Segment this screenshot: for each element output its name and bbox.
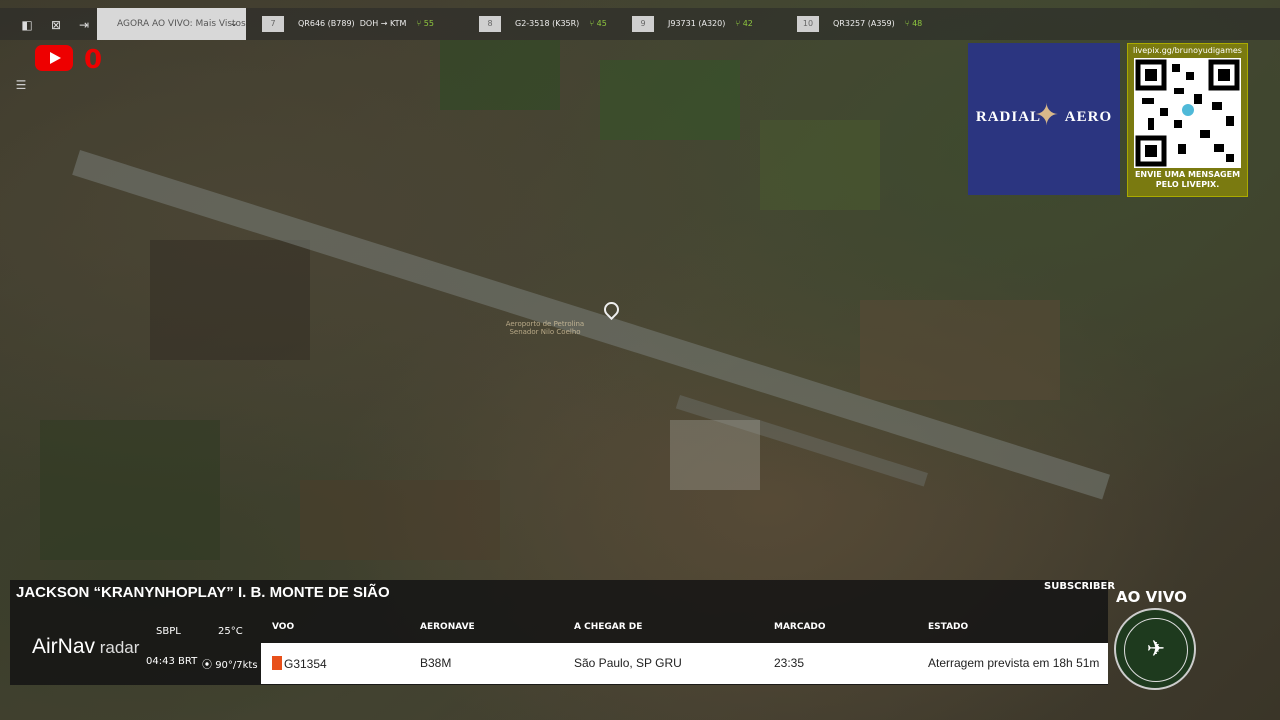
sponsor-left: RADIAL — [975, 109, 1042, 125]
wind-value: 90°/7kts — [215, 660, 258, 671]
header-voo: VOO — [272, 622, 295, 632]
compass-star-icon: ✦ — [1034, 98, 1060, 133]
slot-number: 7 — [262, 16, 284, 32]
seat-value: 45 — [596, 19, 607, 28]
cell-aeronave: B38M — [420, 656, 452, 670]
cell-origem: São Paulo, SP GRU — [574, 656, 682, 670]
cell-voo-value: G31354 — [284, 657, 327, 671]
subscriber-label: SUBSCRIBER — [1044, 581, 1116, 592]
panel-title: JACKSON “KRANYNHOPLAY” I. B. MONTE DE SI… — [16, 584, 390, 601]
field-patch — [860, 300, 1060, 400]
list-icon[interactable]: ☰ — [12, 78, 30, 94]
slot-number: 8 — [479, 16, 501, 32]
brand-main: AirNav — [32, 635, 96, 658]
chevron-down-icon: ⌄ — [229, 18, 238, 29]
seat-count: ⑂ 45 — [589, 19, 607, 28]
qr-caption: ENVIE UMA MENSAGEM PELO LIVEPIX. — [1134, 170, 1241, 189]
header-estado: ESTADO — [928, 622, 969, 632]
flight-slot[interactable]: 7 QR646 (B789) DOH → KTM ⑂ 55 — [262, 16, 434, 32]
slot-number: 9 — [632, 16, 654, 32]
live-view-select[interactable]: AGORA AO VIVO: Mais Vistos ⌄ — [97, 8, 246, 40]
brand-sub: radar — [95, 638, 140, 657]
sidebar-toggle-icon[interactable]: ◧ — [20, 18, 34, 32]
qr-url: livepix.gg/brunoyudigames — [1133, 46, 1242, 55]
seat-value: 48 — [912, 19, 923, 28]
flight-slot[interactable]: 9 J93731 (A320) ⑂ 42 — [632, 16, 753, 32]
flight-slot[interactable]: 10 QR3257 (A359) ⑂ 48 — [797, 16, 922, 32]
flight-route: DOH → KTM — [359, 19, 407, 28]
slot-number: 10 — [797, 16, 819, 32]
youtube-icon[interactable] — [35, 45, 73, 71]
table-row[interactable]: G31354 B38M São Paulo, SP GRU 23:35 Ater… — [261, 643, 1108, 684]
header-aeronave: AERONAVE — [420, 622, 475, 632]
flight-code: QR3257 (A359) — [833, 19, 895, 28]
field-patch — [300, 480, 500, 560]
airplane-icon: ✈ — [1124, 618, 1188, 682]
flight-code: QR646 (B789) — [298, 19, 355, 28]
qr-code — [1134, 58, 1241, 168]
apron — [670, 420, 760, 490]
flight-code: J93731 (A320) — [668, 19, 726, 28]
cell-voo: G31354 — [272, 656, 327, 671]
flight-code: G2-3518 (K35R) — [515, 19, 580, 28]
airline-icon — [272, 656, 282, 670]
field-patch — [40, 420, 220, 560]
field-patch — [760, 120, 880, 210]
airnav-logo: AirNav radar — [32, 635, 139, 659]
channel-logo: ✈ — [1114, 608, 1196, 690]
field-patch — [150, 240, 310, 360]
header-marcado: MARCADO — [774, 622, 826, 632]
header-origem: A CHEGAR DE — [574, 622, 643, 632]
live-label: AO VIVO — [1116, 588, 1187, 606]
airport-code: SBPL — [156, 626, 181, 637]
cell-marcado: 23:35 — [774, 656, 805, 670]
field-patch — [440, 40, 560, 110]
livepix-qr-panel: livepix.gg/brunoyudigames ENVIE UMA MENS… — [1127, 43, 1248, 197]
local-time: 04:43 BRT — [146, 656, 198, 667]
sponsor-banner: RADIAL AERO ✦ — [968, 43, 1120, 195]
seat-value: 55 — [423, 19, 434, 28]
close-view-icon[interactable]: ⊠ — [49, 18, 63, 32]
youtube-count: 0 — [84, 45, 103, 75]
flight-info-panel: JACKSON “KRANYNHOPLAY” I. B. MONTE DE SI… — [10, 580, 1108, 685]
airport-map-label: Aeroporto de Petrolina Senador Nilo Coel… — [505, 320, 585, 336]
field-patch — [600, 60, 740, 140]
seat-count: ⑂ 48 — [904, 19, 923, 28]
live-view-select-value: AGORA AO VIVO: Mais Vistos — [117, 19, 246, 29]
flight-slot[interactable]: 8 G2-3518 (K35R) ⑂ 45 — [479, 16, 607, 32]
wind-icon: ⦿ — [202, 660, 212, 671]
seat-count: ⑂ 42 — [735, 19, 753, 28]
skip-next-icon[interactable]: ⇥ — [77, 18, 91, 32]
cell-estado: Aterragem prevista em 18h 51m — [928, 656, 1100, 670]
seat-count: ⑂ 55 — [416, 19, 434, 28]
seat-value: 42 — [742, 19, 753, 28]
temperature: 25°C — [218, 626, 243, 637]
wind-info: ⦿ 90°/7kts — [202, 656, 258, 671]
sponsor-right: AERO — [1064, 109, 1113, 125]
